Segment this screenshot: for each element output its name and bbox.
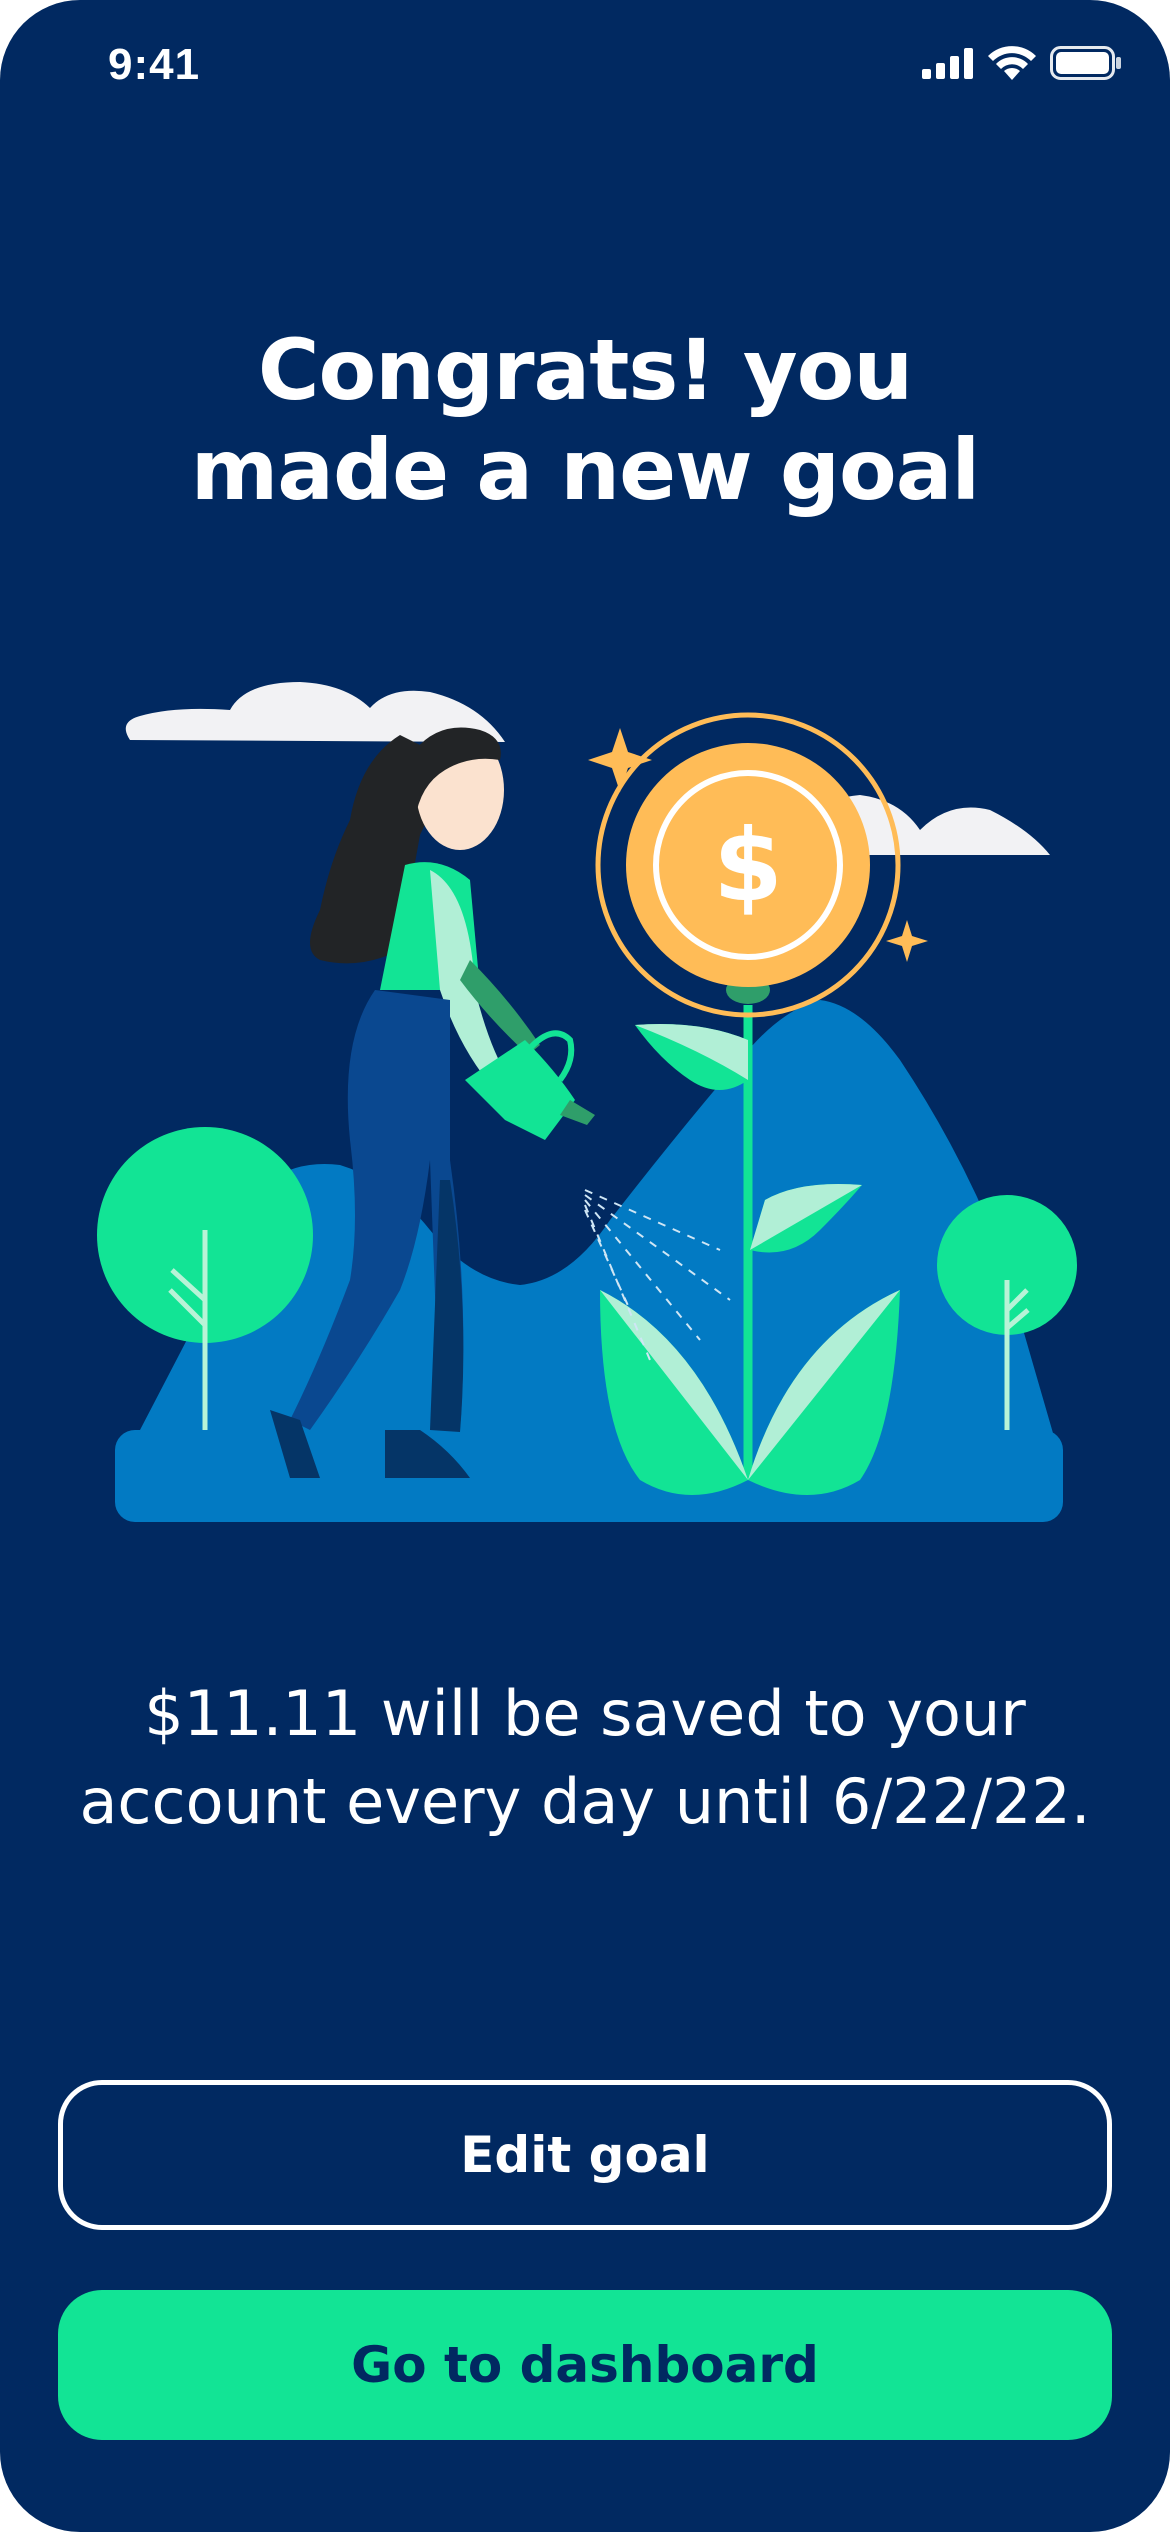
page-title: Congrats! you made a new goal [0,320,1170,520]
status-time: 9:41 [108,40,201,89]
sparkle-icon-large [588,728,652,792]
goal-illustration: $ [97,682,1077,1522]
goal-message: $11.11 will be saved to your account eve… [0,1670,1170,1846]
signal-icon [922,48,973,79]
edit-goal-button[interactable]: Edit goal [58,2080,1112,2230]
coin-dollar-icon: $ [713,807,783,924]
status-bar: 9:41 [0,0,1170,130]
message-line-1: $11.11 will be saved to your [144,1677,1026,1750]
title-line-1: Congrats! you [257,321,913,419]
battery-icon [1050,46,1121,80]
title-line-2: made a new goal [190,421,980,519]
message-line-2: account every day until 6/22/22. [79,1765,1091,1838]
ground [115,1430,1063,1522]
wifi-icon [988,46,1036,80]
status-icons [922,46,1122,80]
phone-screen: 9:41 Congrats! you made a new goal $ $11… [0,0,1170,2532]
sparkle-icon-small [886,920,928,962]
go-to-dashboard-button[interactable]: Go to dashboard [58,2290,1112,2440]
